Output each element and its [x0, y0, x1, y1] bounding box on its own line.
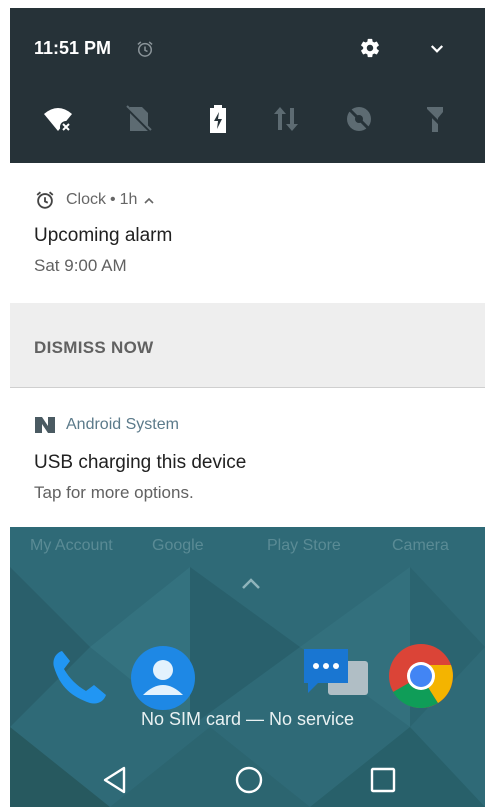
messages-icon[interactable] [302, 647, 370, 707]
android-n-icon [34, 416, 56, 434]
notification-header: Clock • 1h [34, 189, 155, 211]
status-time: 11:51 PM [34, 38, 112, 58]
phone-icon[interactable] [48, 645, 110, 707]
location-off-icon[interactable] [343, 103, 375, 135]
app-label[interactable]: Camera [392, 537, 449, 555]
battery-charging-icon[interactable] [202, 103, 234, 135]
notification-text: Tap for more options. [34, 483, 194, 502]
gear-icon[interactable] [359, 37, 381, 59]
clock-notification[interactable]: Clock • 1h Upcoming alarm Sat 9:00 AM [10, 163, 485, 303]
back-icon[interactable] [98, 763, 132, 797]
chevron-down-icon[interactable] [428, 40, 446, 58]
app-label[interactable]: Google [152, 537, 204, 555]
flashlight-off-icon[interactable] [419, 103, 451, 135]
home-icon[interactable] [232, 763, 266, 797]
status-row: 11:51 PM [10, 8, 485, 88]
chrome-icon[interactable] [388, 643, 454, 709]
notification-app-name: Clock [66, 191, 107, 208]
usb-notification[interactable]: Android System USB charging this device … [10, 388, 485, 527]
notification-actions: DISMISS NOW [10, 303, 485, 388]
sim-status-text: No SIM card — No service [140, 709, 355, 729]
quick-settings-header: 11:51 PM [10, 8, 485, 163]
home-screen: My Account Google Play Store Camera No S… [10, 527, 485, 807]
recents-icon[interactable] [366, 763, 400, 797]
notification-title: USB charging this device [34, 452, 247, 473]
notification-shade: 11:51 PM Clock • 1h Upcoming alarm Sat 9… [0, 0, 485, 807]
notification-app-name: Android System [66, 416, 179, 433]
navigation-bar [10, 753, 485, 807]
dismiss-now-button[interactable]: DISMISS NOW [34, 338, 153, 358]
notification-text: Sat 9:00 AM [34, 256, 127, 275]
notification-title: Upcoming alarm [34, 225, 173, 246]
no-sim-icon[interactable] [122, 103, 154, 135]
alarm-clock-icon [135, 39, 155, 59]
chevron-up-icon[interactable] [240, 577, 262, 591]
data-arrows-icon[interactable] [270, 103, 302, 135]
notification-age: 1h [119, 191, 138, 208]
wifi-off-icon[interactable] [42, 103, 74, 135]
quick-tiles-row [10, 103, 485, 143]
chevron-up-icon[interactable] [143, 194, 155, 206]
app-labels-row: My Account Google Play Store Camera [10, 537, 485, 559]
alarm-clock-icon [34, 189, 56, 211]
notification-header: Android System [34, 414, 179, 436]
contacts-icon[interactable] [130, 645, 196, 711]
app-label[interactable]: My Account [30, 537, 113, 555]
app-label[interactable]: Play Store [267, 537, 341, 555]
separator-dot: • [110, 191, 116, 208]
